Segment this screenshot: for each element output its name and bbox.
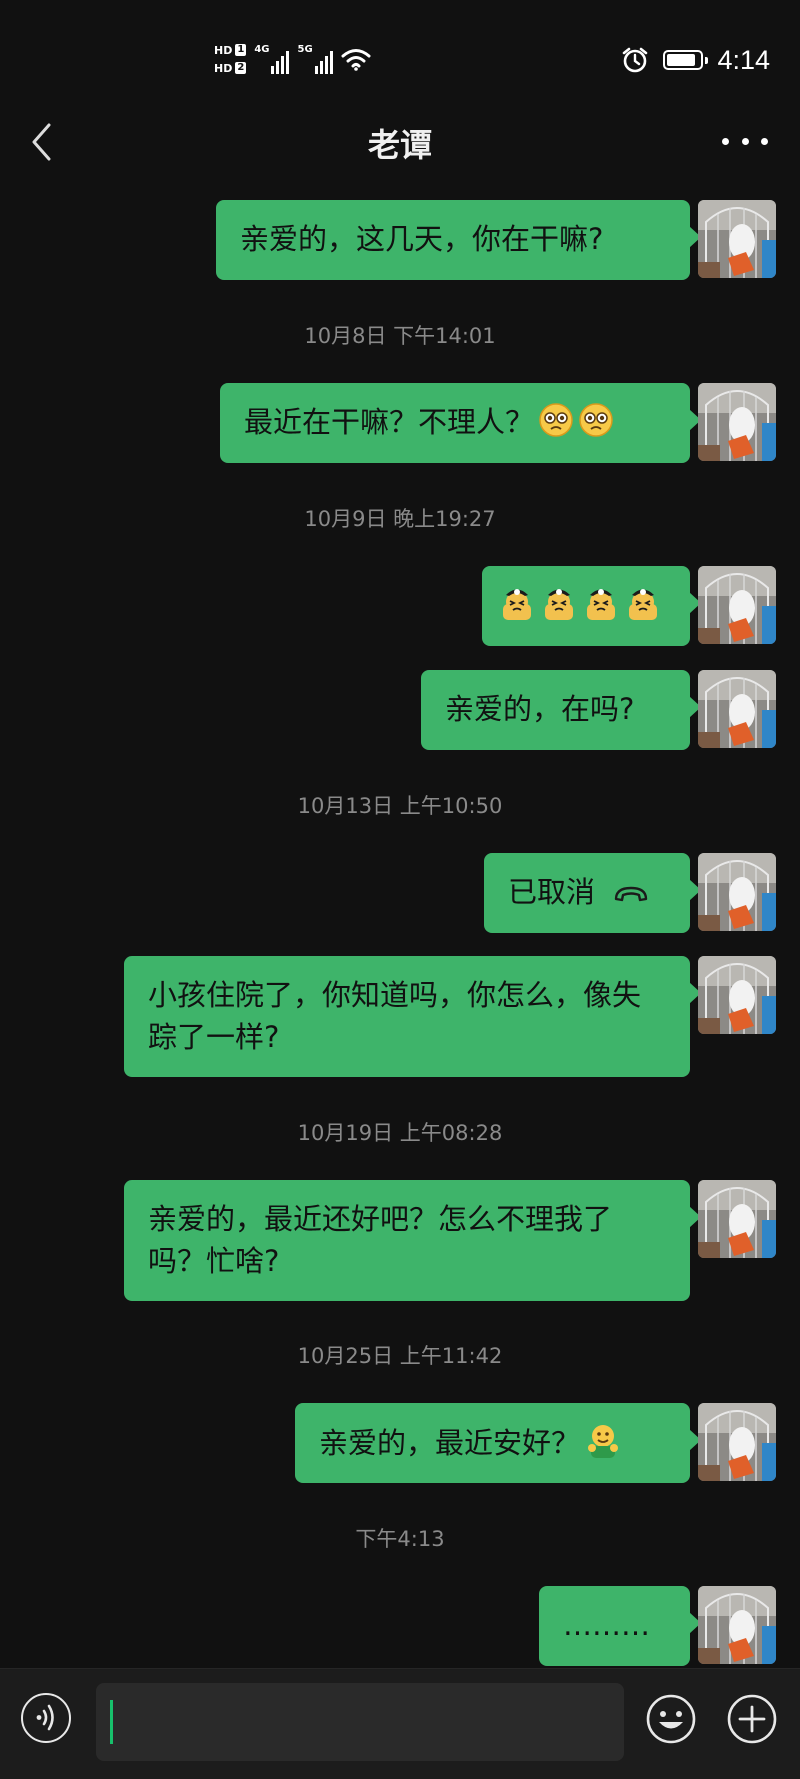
hug-face-icon (584, 1421, 622, 1470)
timestamp: 10月13日 上午10:50 (297, 794, 503, 818)
message-bubble[interactable]: 亲爱的，最近安好？ (295, 1403, 701, 1483)
signal-5g-icon: 5G (297, 44, 333, 74)
avatar-image (698, 853, 776, 931)
avatar[interactable] (698, 1403, 776, 1481)
message-bubble[interactable] (482, 566, 701, 646)
more-button[interactable] (722, 129, 768, 153)
message-text: 亲爱的，在吗? (445, 692, 635, 726)
timestamp: 下午4:13 (355, 1527, 445, 1551)
message-text: 亲爱的，最近还好吧？怎么不理我了吗？忙啥? (148, 1202, 613, 1278)
status-bar: HD 1 HD 2 4G 5G 4:14 (0, 0, 800, 110)
avatar-image (698, 200, 776, 278)
message-text: 最近在干嘛？不理人？ (244, 405, 535, 439)
more-icon-dot (761, 137, 768, 145)
chat-title: 老谭 (367, 126, 432, 164)
message-text: 亲爱的，最近安好？ (319, 1426, 581, 1460)
message-bubble[interactable]: 亲爱的，最近还好吧？怎么不理我了吗？忙啥? (124, 1180, 701, 1301)
more-icon-dot (722, 137, 729, 145)
plus-icon (727, 1694, 777, 1744)
pleading-face-icon (538, 402, 574, 449)
message-text: 亲爱的，这几天，你在干嘛? (240, 222, 604, 256)
avatar[interactable] (698, 670, 776, 748)
avatar[interactable] (698, 853, 776, 931)
emoji-icon (646, 1694, 696, 1744)
avatar-image (698, 956, 776, 1034)
avatar-image (698, 670, 776, 748)
battery-icon (663, 50, 709, 70)
avatar-image (698, 1586, 776, 1664)
text-caret (110, 1700, 113, 1744)
message-bubble[interactable]: 亲爱的，在吗? (421, 670, 701, 750)
message-text: 小孩住院了，你知道吗，你怎么，像失踪了一样? (148, 978, 642, 1054)
timestamp: 10月8日 下午14:01 (304, 324, 496, 348)
message-bubble[interactable]: 最近在干嘛？不理人？ (220, 383, 701, 463)
voice-button[interactable] (21, 1693, 71, 1743)
avatar[interactable] (698, 956, 776, 1034)
plus-button[interactable] (726, 1693, 778, 1745)
avatar-image (698, 383, 776, 461)
avatar[interactable] (698, 566, 776, 644)
emoji-button[interactable] (645, 1693, 697, 1745)
sim1-hd: HD 1 (214, 43, 247, 57)
avatar-image (698, 566, 776, 644)
wifi-icon (341, 49, 371, 71)
input-bar (0, 1668, 800, 1779)
avatar-image (698, 1403, 776, 1481)
message-bubble[interactable]: ……… (539, 1586, 701, 1666)
mascot-frown-icon (624, 584, 662, 633)
alarm-icon (623, 47, 648, 73)
message-bubble[interactable]: 亲爱的，这几天，你在干嘛? (216, 200, 701, 280)
timestamp: 10月25日 上午11:42 (297, 1344, 503, 1368)
sim2-hd: HD 2 (214, 61, 247, 75)
voice-icon (36, 1704, 54, 1731)
mascot-frown-icon (540, 584, 578, 633)
avatar-image (698, 1180, 776, 1258)
signal-4g-icon: 4G (254, 44, 290, 74)
pleading-face-icon (578, 402, 614, 449)
chat-header: 老谭 (0, 105, 800, 180)
message-bubble[interactable]: 小孩住院了，你知道吗，你怎么，像失踪了一样? (124, 956, 701, 1077)
call-status-text: 已取消 (508, 875, 596, 909)
status-left: HD 1 HD 2 4G 5G (214, 36, 371, 82)
timestamp: 10月19日 上午08:28 (297, 1121, 503, 1145)
mascot-frown-icon (498, 584, 536, 633)
avatar[interactable] (698, 1180, 776, 1258)
timestamp: 10月9日 晚上19:27 (304, 507, 496, 531)
message-text: ……… (563, 1608, 650, 1642)
phone-hangup-icon (613, 873, 649, 915)
status-right: 4:14 (621, 40, 770, 80)
avatar[interactable] (698, 200, 776, 278)
avatar[interactable] (698, 1586, 776, 1664)
message-input[interactable] (96, 1683, 624, 1761)
more-icon-dot (741, 137, 749, 145)
avatar[interactable] (698, 383, 776, 461)
status-time: 4:14 (717, 44, 770, 75)
call-bubble[interactable]: 已取消 (484, 853, 701, 933)
mascot-frown-icon (582, 584, 620, 633)
sim-indicators: HD 1 HD 2 (214, 43, 247, 75)
